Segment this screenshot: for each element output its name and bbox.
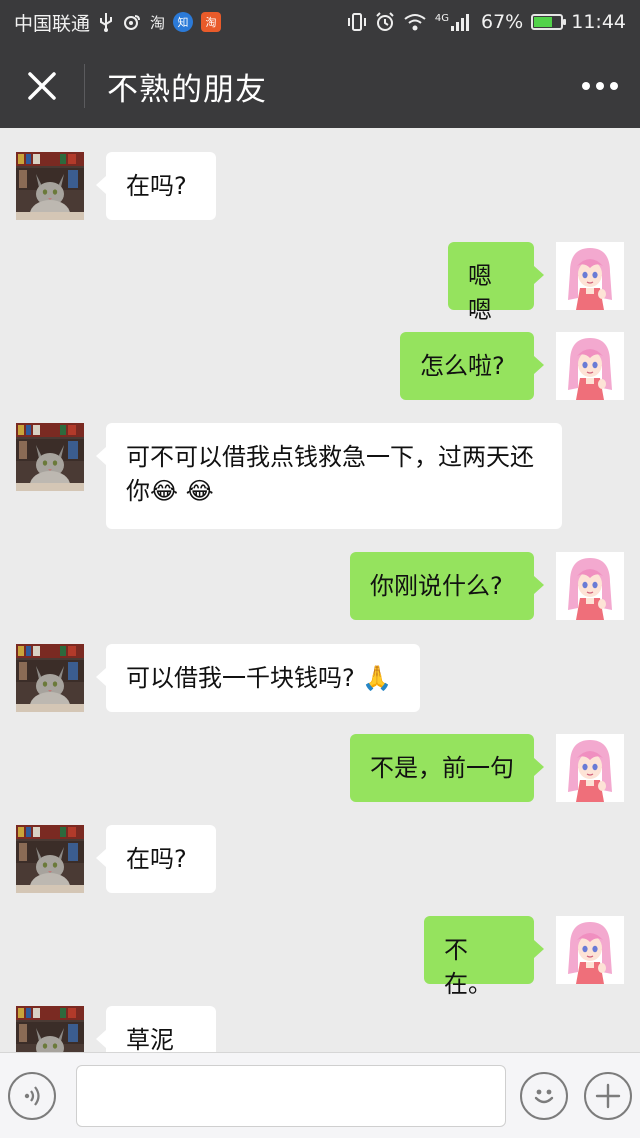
sent-message: 不在。 xyxy=(0,916,640,998)
signal-icon: 4G xyxy=(435,13,473,31)
status-right: 4G 67% 11:44 xyxy=(347,11,626,33)
friend-avatar[interactable] xyxy=(16,152,84,220)
more-icon xyxy=(596,82,604,90)
alarm-icon xyxy=(375,12,395,32)
carrier-name: 中国联通 xyxy=(14,12,91,35)
message-bubble[interactable]: 可不可以借我点钱救急一下，过两天还你😂 😂 xyxy=(96,423,562,529)
friend-avatar[interactable] xyxy=(16,825,84,893)
received-message: 在吗? xyxy=(0,825,640,893)
received-message: 草泥马 xyxy=(0,1006,640,1052)
wifi-icon xyxy=(403,13,427,31)
taobao-icon: 淘 xyxy=(201,12,222,32)
sent-message: 怎么啦? xyxy=(0,332,640,400)
emoji-button[interactable] xyxy=(520,1072,568,1120)
voice-button[interactable] xyxy=(8,1072,56,1120)
battery-percent: 67% xyxy=(481,11,524,33)
sent-message: 你刚说什么? xyxy=(0,552,640,620)
message-bubble[interactable]: 不在。 xyxy=(424,916,544,998)
message-bubble[interactable]: 怎么啦? xyxy=(400,332,544,400)
message-bubble[interactable]: 在吗? xyxy=(96,825,216,893)
vibrate-icon xyxy=(347,13,367,31)
status-bar: 中国联通 淘 知 淘 4G 67% 11:44 xyxy=(0,0,640,44)
my-avatar[interactable] xyxy=(556,916,624,984)
close-icon xyxy=(28,72,56,100)
message-bubble[interactable]: 在吗? xyxy=(96,152,216,220)
battery-icon xyxy=(531,14,567,30)
sent-message: 嗯嗯 xyxy=(0,242,640,324)
weibo-icon xyxy=(122,13,142,31)
input-bar xyxy=(0,1052,640,1138)
plus-button[interactable] xyxy=(584,1072,632,1120)
taobao-text-icon: 淘 xyxy=(150,13,166,32)
sent-message: 不是，前一句 xyxy=(0,734,640,802)
title-bar: 不熟的朋友 xyxy=(0,44,640,128)
friend-avatar[interactable] xyxy=(16,644,84,712)
network-type: 4G xyxy=(434,13,449,24)
title-divider xyxy=(84,64,85,108)
my-avatar[interactable] xyxy=(556,332,624,400)
friend-avatar[interactable] xyxy=(16,1006,84,1052)
received-message: 可不可以借我点钱救急一下，过两天还你😂 😂 xyxy=(0,423,640,529)
message-bubble[interactable]: 可以借我一千块钱吗? 🙏 xyxy=(96,644,420,712)
close-button[interactable] xyxy=(0,44,84,128)
received-message: 在吗? xyxy=(0,152,640,220)
emoji-icon xyxy=(534,1089,554,1104)
message-bubble[interactable]: 不是，前一句 xyxy=(350,734,544,802)
received-message: 可以借我一千块钱吗? 🙏 xyxy=(0,644,640,712)
message-input[interactable] xyxy=(76,1065,506,1127)
chat-area[interactable]: 在吗? 嗯嗯 怎么啦? 可不可以借我点钱救急一下，过两天还你😂 😂 你刚说什么?… xyxy=(0,128,640,1052)
usb-icon xyxy=(98,12,114,32)
my-avatar[interactable] xyxy=(556,552,624,620)
zhihu-icon: 知 xyxy=(173,12,194,32)
more-button[interactable] xyxy=(560,44,640,128)
message-bubble[interactable]: 草泥马 xyxy=(96,1006,216,1052)
voice-icon xyxy=(24,1086,40,1106)
message-bubble[interactable]: 嗯嗯 xyxy=(448,242,544,324)
message-bubble[interactable]: 你刚说什么? xyxy=(350,552,544,620)
plus-icon xyxy=(595,1083,621,1109)
status-left: 中国联通 淘 知 淘 xyxy=(14,9,222,36)
friend-avatar[interactable] xyxy=(16,423,84,491)
my-avatar[interactable] xyxy=(556,242,624,310)
my-avatar[interactable] xyxy=(556,734,624,802)
more-icon xyxy=(582,82,590,90)
more-icon xyxy=(610,82,618,90)
clock: 11:44 xyxy=(571,11,626,33)
chat-title: 不熟的朋友 xyxy=(107,71,267,108)
